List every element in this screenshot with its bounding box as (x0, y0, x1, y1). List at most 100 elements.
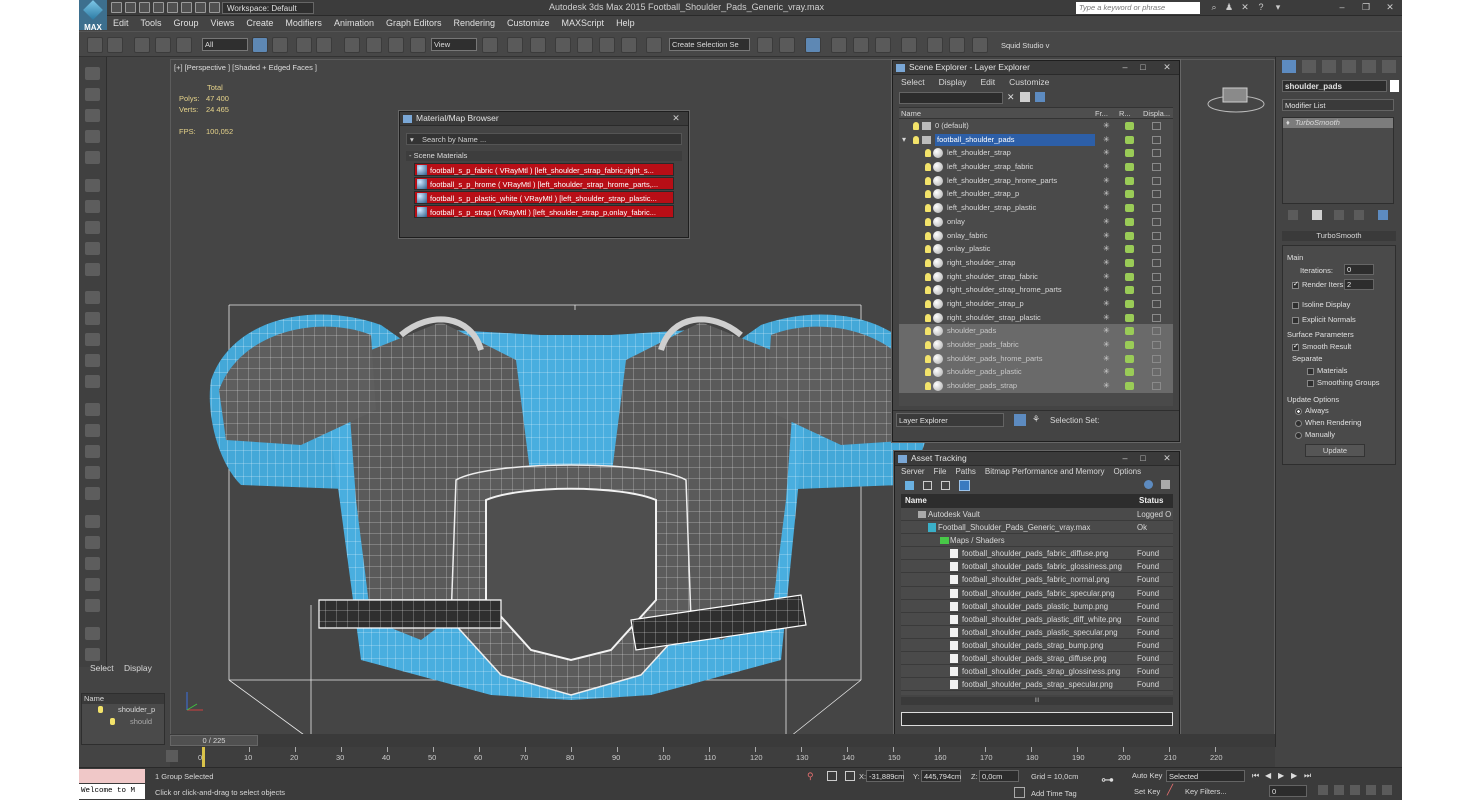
renderable-icon[interactable] (1125, 286, 1134, 295)
add-time-tag-button[interactable]: Add Time Tag (1031, 789, 1077, 798)
freeze-icon[interactable]: ✳ (1103, 286, 1112, 294)
create-tab-icon[interactable] (1282, 60, 1296, 73)
renderable-icon[interactable] (1125, 245, 1134, 254)
menu-triangle-icon[interactable]: ▾ (410, 134, 414, 145)
col-render[interactable]: R... (1119, 108, 1131, 119)
display-box-icon[interactable] (1152, 190, 1161, 199)
select-link-button[interactable] (134, 37, 150, 53)
fetch-icon[interactable] (195, 2, 206, 13)
track-bar-menu-icon[interactable] (166, 750, 178, 762)
menu-rendering[interactable]: Rendering (448, 16, 502, 31)
scene-explorer-maximize-button[interactable]: □ (1137, 62, 1149, 73)
scene-explorer-menu-display[interactable]: Display (939, 77, 967, 87)
render-icon[interactable] (85, 88, 100, 101)
object-row[interactable]: left_shoulder_strap_plastic ✳ (899, 201, 1173, 215)
current-frame-field[interactable]: 0 (1269, 785, 1307, 797)
materials-checkbox[interactable] (1307, 367, 1314, 375)
smooth-result-checkbox[interactable] (1292, 342, 1299, 351)
object-row[interactable]: shoulder_pads_strap ✳ (899, 379, 1173, 393)
manually-radio[interactable] (1295, 431, 1302, 439)
renderable-icon[interactable] (1125, 217, 1134, 226)
freeze-icon[interactable]: ✳ (1103, 245, 1112, 253)
object-row[interactable]: left_shoulder_strap_p ✳ (899, 187, 1173, 201)
freeze-icon[interactable]: ✳ (1103, 341, 1112, 349)
freeze-icon[interactable]: ✳ (1103, 258, 1112, 267)
z-coordinate-field[interactable]: 0,0cm (979, 770, 1019, 782)
hold-icon[interactable] (181, 2, 192, 13)
percent-snap-button[interactable] (599, 37, 615, 53)
mini-select-tab[interactable]: Select (90, 661, 114, 675)
asset-tracking-titlebar[interactable]: Asset Tracking – □ ✕ (895, 452, 1179, 466)
when-rendering-radio[interactable] (1295, 419, 1302, 427)
helpers-icon[interactable] (85, 221, 100, 234)
layer-explorer-button[interactable] (805, 37, 821, 53)
scene-explorer-menu-select[interactable]: Select (901, 77, 925, 87)
asset-row[interactable]: football_shoulder_pads_fabric_glossiness… (901, 560, 1173, 574)
bulb-icon[interactable] (110, 718, 115, 725)
workspace-dropdown[interactable]: Workspace: Default (222, 2, 314, 14)
mirror-icon[interactable] (85, 466, 100, 479)
freeze-icon[interactable]: ✳ (1103, 204, 1112, 212)
object-row[interactable]: left_shoulder_strap_fabric ✳ (899, 160, 1173, 174)
object-row[interactable]: shoulder_pads_fabric ✳ (899, 338, 1173, 352)
object-row[interactable]: left_shoulder_strap ✳ (899, 146, 1173, 160)
render-setup-button[interactable] (927, 37, 943, 53)
material-item[interactable]: football_s_p_hrome ( VRayMtl ) [left_sho… (414, 177, 674, 190)
freeze-icon[interactable]: ✳ (1103, 217, 1112, 226)
menu-tools[interactable]: Tools (135, 16, 168, 31)
modify-tab-icon[interactable] (1302, 60, 1316, 73)
display-box-icon[interactable] (1152, 368, 1161, 377)
asset-horizontal-scrollbar[interactable]: III (901, 697, 1173, 705)
freeze-icon[interactable]: ✳ (1103, 163, 1112, 171)
asset-menu-bitmap-performance-and-memory[interactable]: Bitmap Performance and Memory (985, 467, 1105, 476)
freeze-icon[interactable]: ✳ (1103, 190, 1112, 198)
freeze-icon[interactable]: ✳ (1103, 272, 1112, 281)
iterations-spinner[interactable]: 0 (1344, 264, 1374, 275)
renderable-icon[interactable] (1125, 258, 1134, 267)
refresh-icon[interactable] (905, 481, 914, 490)
asset-row[interactable]: football_shoulder_pads_fabric_diffuse.pn… (901, 547, 1173, 561)
smoothing-groups-checkbox[interactable] (1307, 379, 1314, 387)
hair-icon[interactable] (85, 536, 100, 549)
orbit-icon[interactable] (1382, 785, 1392, 795)
search-icon[interactable]: ⌕ (1208, 2, 1220, 13)
scene-materials-header[interactable]: - Scene Materials (406, 151, 682, 161)
tree-icon[interactable]: ⚘ (1032, 414, 1040, 425)
material-browser-titlebar[interactable]: Material/Map Browser ✕ (400, 112, 688, 126)
mirror-button[interactable] (757, 37, 773, 53)
light-icon[interactable] (85, 151, 100, 164)
asset-menu-paths[interactable]: Paths (955, 467, 975, 476)
object-row[interactable]: left_shoulder_strap_hrome_parts ✳ (899, 174, 1173, 188)
scene-explorer-menu-customize[interactable]: Customize (1009, 77, 1049, 87)
select-object-button[interactable] (252, 37, 268, 53)
particle-icon[interactable] (85, 424, 100, 437)
detail-view-icon[interactable] (941, 481, 950, 490)
asset-col-status[interactable]: Status (1139, 494, 1163, 507)
set-key-icon[interactable]: ╱ (1167, 785, 1178, 797)
scale-button[interactable] (388, 37, 404, 53)
display-box-icon[interactable] (1152, 245, 1161, 254)
layer-filter-icon[interactable] (1020, 92, 1030, 102)
visibility-bulb-icon[interactable] (925, 163, 931, 172)
spacewarp-icon[interactable] (85, 242, 100, 255)
camera-icon[interactable] (85, 179, 100, 192)
freeze-icon[interactable]: ✳ (1103, 354, 1112, 363)
help-icon[interactable] (85, 648, 100, 661)
menu-customize[interactable]: Customize (501, 16, 556, 31)
renderable-icon[interactable] (1125, 163, 1134, 172)
mini-explorer-row[interactable]: shoulder_p (82, 704, 164, 716)
bulb-icon[interactable] (98, 706, 103, 713)
freeze-icon[interactable]: ✳ (1103, 327, 1112, 335)
expand-arrow-icon[interactable]: ▾ (902, 133, 906, 147)
curve-editor-button[interactable] (853, 37, 869, 53)
play-icon[interactable]: ▶ (1278, 771, 1288, 781)
sphere-icon[interactable] (85, 312, 100, 325)
visibility-bulb-icon[interactable] (925, 258, 931, 267)
angle-snap-button[interactable] (577, 37, 593, 53)
display-box-icon[interactable] (1152, 286, 1161, 295)
open-file-icon[interactable] (125, 2, 136, 13)
geometry-icon[interactable] (85, 200, 100, 213)
visibility-bulb-icon[interactable] (913, 122, 919, 130)
asset-path-field[interactable] (901, 712, 1173, 726)
scene-explorer-minimize-button[interactable]: – (1119, 62, 1131, 73)
